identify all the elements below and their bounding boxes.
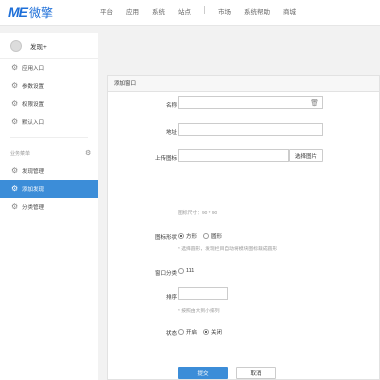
shape-label: 图标形状: [154, 235, 177, 241]
sidebar-item-default-entry[interactable]: ⚙ 默认入口: [0, 113, 98, 131]
icon-size-help: 图标尺寸：90 * 90: [178, 211, 218, 216]
status-radio-group: 开启 关闭: [178, 328, 228, 336]
topnav-divider: [204, 6, 205, 14]
status-label: 状态: [165, 331, 177, 337]
avatar: [10, 39, 22, 52]
shape-help: * 选择圆形，发现栏目自动将模块图标裁成圆形: [178, 247, 278, 252]
radio-selected-icon: [203, 329, 210, 335]
status-option-label: 开启: [186, 330, 198, 336]
radio-icon: [203, 233, 210, 239]
gear-icon: ⚙: [11, 202, 19, 211]
logo-name: 微擎: [29, 5, 54, 20]
icon-path-input[interactable]: [178, 149, 289, 162]
category-option-label: 111: [186, 268, 195, 274]
status-option-off[interactable]: 关闭: [203, 328, 222, 336]
shape-option-label: 圆形: [211, 234, 223, 240]
sidebar-title: 发现+: [30, 43, 47, 51]
topnav-item-store[interactable]: 商城: [283, 6, 296, 16]
url-label: 地址: [165, 130, 177, 136]
gear-icon: ⚙: [11, 81, 19, 90]
logo[interactable]: ME 微擎: [8, 3, 53, 21]
gear-icon: ⚙: [11, 184, 19, 193]
topnav-item-market[interactable]: 市场: [218, 6, 231, 16]
settings-icon[interactable]: ⚙: [85, 149, 91, 157]
shape-option-square[interactable]: 方形: [178, 232, 197, 240]
sidebar-item-add-discover[interactable]: ⚙ 添加发现: [0, 180, 98, 198]
logo-mark: ME: [8, 4, 28, 20]
category-option[interactable]: 111: [178, 268, 194, 274]
sidebar-divider: [10, 137, 88, 138]
category-radio-group: 111: [178, 268, 200, 274]
radio-icon: [178, 268, 184, 274]
sidebar-group-label: 业务菜单: [10, 150, 31, 157]
sidebar-item-label: 分类管理: [22, 205, 45, 211]
order-label: 排序: [165, 295, 177, 301]
radio-selected-icon: [178, 233, 184, 239]
gear-icon: ⚙: [11, 63, 19, 72]
shape-option-label: 方形: [186, 234, 198, 240]
sidebar-header[interactable]: 发现+: [0, 33, 98, 59]
order-help: * 按照由大到小排列: [178, 309, 220, 314]
radio-icon: [178, 329, 184, 335]
trash-icon[interactable]: 🗑: [310, 99, 319, 107]
sidebar-item-app-entry[interactable]: ⚙ 应用入口: [0, 59, 98, 77]
topnav-item-platform[interactable]: 平台: [100, 6, 113, 16]
sidebar-group-business: 业务菜单 ⚙: [0, 144, 98, 162]
topnav-item-system[interactable]: 系统: [152, 6, 165, 16]
topnav-item-site[interactable]: 站点: [178, 6, 191, 16]
status-option-label: 关闭: [211, 330, 223, 336]
shape-option-circle[interactable]: 圆形: [203, 232, 222, 240]
sidebar-item-discover-manage[interactable]: ⚙ 发现管理: [0, 162, 98, 180]
shape-radio-group: 方形 圆形: [178, 232, 228, 240]
sidebar-item-category-manage[interactable]: ⚙ 分类管理: [0, 198, 98, 216]
select-image-button[interactable]: 选择图片: [289, 149, 323, 162]
gear-icon: ⚙: [11, 99, 19, 108]
sidebar-item-label: 权限设置: [22, 102, 45, 108]
sidebar-item-label: 默认入口: [22, 120, 45, 126]
sidebar-item-label: 添加发现: [22, 187, 45, 193]
sidebar-item-label: 应用入口: [22, 66, 45, 72]
top-bar: ME 微擎 平台 应用 系统 站点 市场 系统帮助 商城: [0, 0, 380, 26]
name-label: 名称: [165, 103, 177, 109]
top-nav: 平台 应用 系统 站点 市场 系统帮助 商城: [100, 6, 309, 16]
name-input[interactable]: 🗑: [178, 96, 323, 109]
sidebar-item-params[interactable]: ⚙ 参数设置: [0, 77, 98, 95]
order-input[interactable]: [178, 287, 228, 300]
sidebar-item-permissions[interactable]: ⚙ 权限设置: [0, 95, 98, 113]
sidebar: 发现+ ⚙ 应用入口 ⚙ 参数设置 ⚙ 权限设置 ⚙ 默认入口 业务菜单 ⚙ ⚙…: [0, 33, 98, 380]
sidebar-item-label: 参数设置: [22, 84, 45, 90]
submit-button[interactable]: 提交: [178, 367, 228, 379]
gear-icon: ⚙: [11, 166, 19, 175]
icon-label: 上传图标: [154, 156, 177, 162]
topnav-item-help[interactable]: 系统帮助: [244, 6, 270, 16]
category-label: 窗口分类: [154, 271, 177, 277]
cancel-button[interactable]: 取消: [236, 367, 276, 379]
sidebar-item-label: 发现管理: [22, 169, 45, 175]
status-option-on[interactable]: 开启: [178, 328, 197, 336]
panel-title: 添加窗口: [108, 76, 379, 92]
url-input[interactable]: [178, 123, 323, 136]
topnav-item-apps[interactable]: 应用: [126, 6, 139, 16]
gear-icon: ⚙: [11, 117, 19, 126]
